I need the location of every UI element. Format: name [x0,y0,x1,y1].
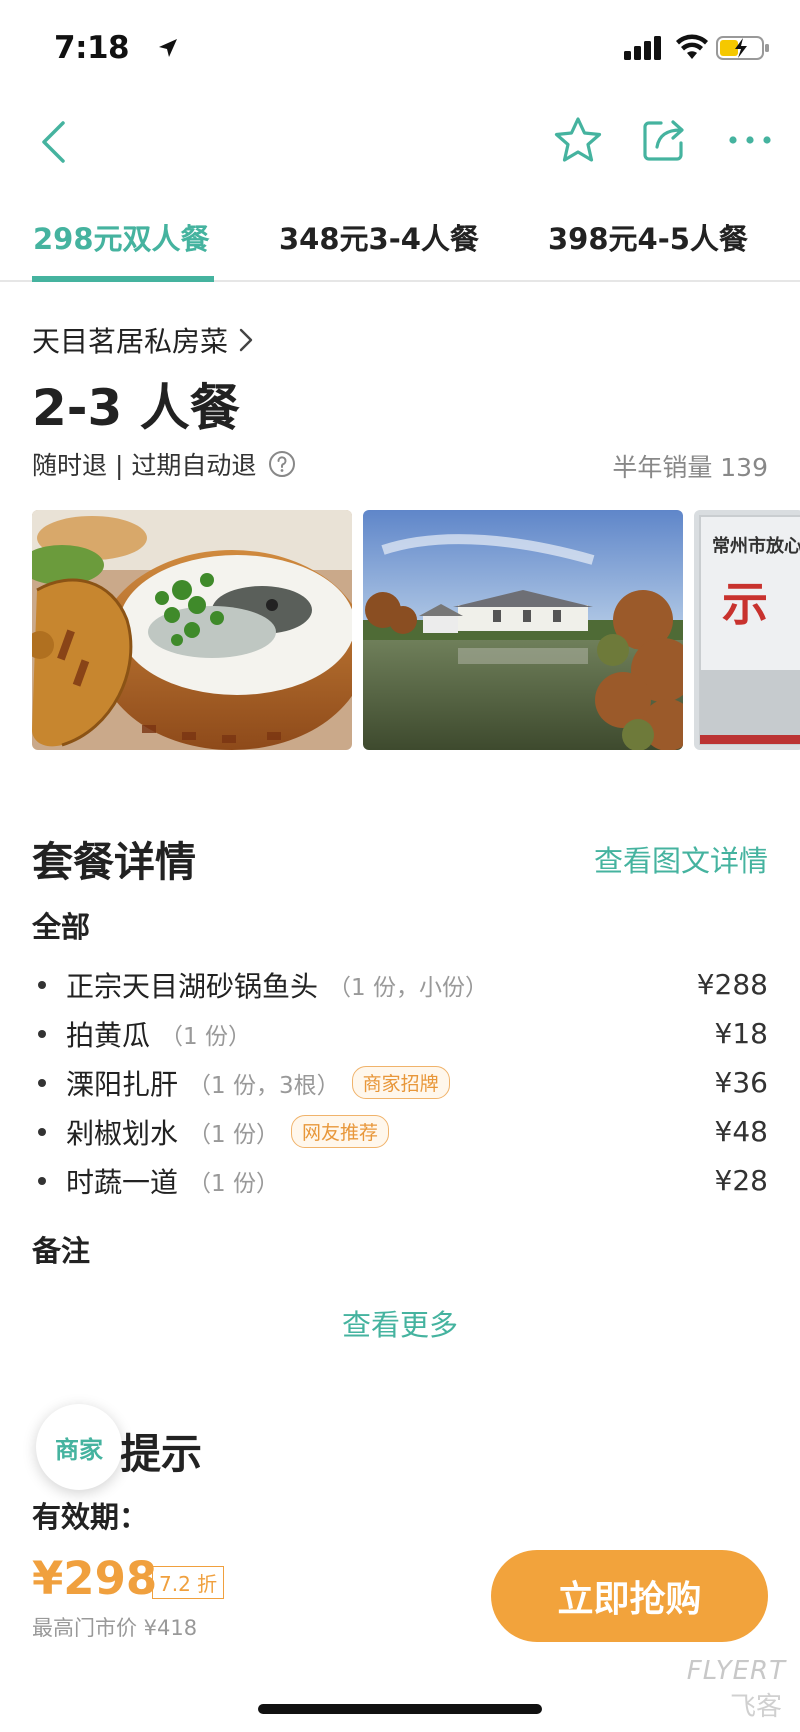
wifi-icon [676,34,708,59]
status-bar: 7:18 [0,0,800,96]
favorite-button[interactable] [548,110,608,170]
fish-head-casserole-photo[interactable] [32,510,352,750]
package-details-title: 套餐详情 [32,838,196,886]
tips-title-text: 提示 [120,1430,202,1478]
package-tabs: 298元双人餐 348元3-4人餐 398元4-5人餐 [0,200,800,282]
item-name: 拍黄瓜 [66,1018,151,1052]
item-quantity: （1 份，3根） [188,1072,340,1099]
refund-policy-text: 随时退 | 过期自动退 [32,451,257,480]
bullet-icon [38,980,46,989]
back-icon [42,121,65,163]
deal-price: ¥298 [32,1552,158,1605]
view-image-details-link[interactable]: 查看图文详情 [594,838,768,880]
list-item: 时蔬一道 （1 份） ¥28 [32,1156,768,1205]
watermark-cn: 飞客 [729,1692,782,1722]
item-name: 剁椒划水 [66,1116,179,1150]
item-price: ¥288 [696,968,768,1001]
merchant-link[interactable]: 天目茗居私房菜 [32,320,254,360]
tab-398-four-five-person[interactable]: 398元4-5人餐 [548,216,748,258]
notes-label: 备注 [32,1234,91,1268]
bullet-icon [38,1029,46,1038]
restaurant-lake-photo[interactable] [363,510,683,750]
user-recommended-badge: 网友推荐 [290,1115,389,1148]
item-name: 溧阳扎肝 [66,1067,179,1101]
back-button[interactable] [28,114,78,170]
item-price: ¥28 [714,1164,768,1197]
more-options-button[interactable] [720,110,780,170]
deal-title: 2-3 人餐 [32,379,240,437]
bullet-icon [38,1127,46,1136]
original-price: 最高门市价 ¥418 [32,1616,198,1640]
photo-gallery[interactable]: 常州市放心 示 [32,510,800,750]
status-time: 7:18 [54,30,130,66]
list-item: 溧阳扎肝 （1 份，3根） 商家招牌 ¥36 [32,1058,768,1107]
view-more-link[interactable]: 查看更多 [0,1302,800,1344]
share-button[interactable] [634,110,694,170]
item-name: 正宗天目湖砂锅鱼头 [66,969,319,1003]
item-quantity: （1 份） [188,1121,279,1148]
item-price: ¥18 [714,1017,768,1050]
help-icon[interactable] [268,450,296,478]
package-item-list: 正宗天目湖砂锅鱼头 （1 份，小份） ¥288 拍黄瓜 （1 份） ¥18 溧阳… [32,960,768,1205]
bullet-icon [38,1176,46,1185]
merchant-signature-badge: 商家招牌 [351,1066,450,1099]
buy-now-button[interactable]: 立即抢购 [491,1550,768,1642]
share-icon [643,120,684,161]
item-quantity: （1 份） [188,1170,279,1197]
chevron-right-icon [239,328,253,352]
signboard-header-text: 常州市放心 [712,535,800,557]
navigation-bar [0,96,800,186]
all-items-label: 全部 [32,910,91,944]
discount-badge: 7.2 折 [152,1566,225,1599]
list-item: 拍黄瓜 （1 份） ¥18 [32,1009,768,1058]
signboard-character-text: 示 [722,577,768,631]
signboard-photo[interactable]: 常州市放心 示 [694,510,800,750]
watermark: FLYERT 飞客 [664,1656,794,1722]
refund-policy: 随时退 | 过期自动退 [32,446,296,482]
sales-count: 半年销量 139 [612,453,768,482]
cellular-signal-icon [624,36,661,60]
watermark-en: FLYERT [686,1656,786,1686]
merchant-floating-button[interactable]: 商家 [36,1404,122,1490]
location-arrow-icon [159,39,177,57]
item-price: ¥36 [714,1066,768,1099]
item-name: 时蔬一道 [66,1165,179,1199]
item-price: ¥48 [714,1115,768,1148]
active-tab-indicator [32,276,214,282]
merchant-name: 天目茗居私房菜 [32,325,229,358]
tab-348-three-four-person[interactable]: 348元3-4人餐 [279,216,479,258]
item-quantity: （1 份） [160,1023,251,1050]
item-quantity: （1 份，小份） [328,974,488,1001]
validity-label: 有效期： [32,1500,149,1534]
bullet-icon [38,1078,46,1087]
home-indicator[interactable] [258,1704,542,1714]
tab-298-two-person[interactable]: 298元双人餐 [33,216,210,258]
list-item: 剁椒划水 （1 份） 网友推荐 ¥48 [32,1107,768,1156]
star-icon [554,117,602,162]
list-item: 正宗天目湖砂锅鱼头 （1 份，小份） ¥288 [32,960,768,1009]
more-icon [729,136,771,144]
battery-charging-icon [716,36,769,60]
